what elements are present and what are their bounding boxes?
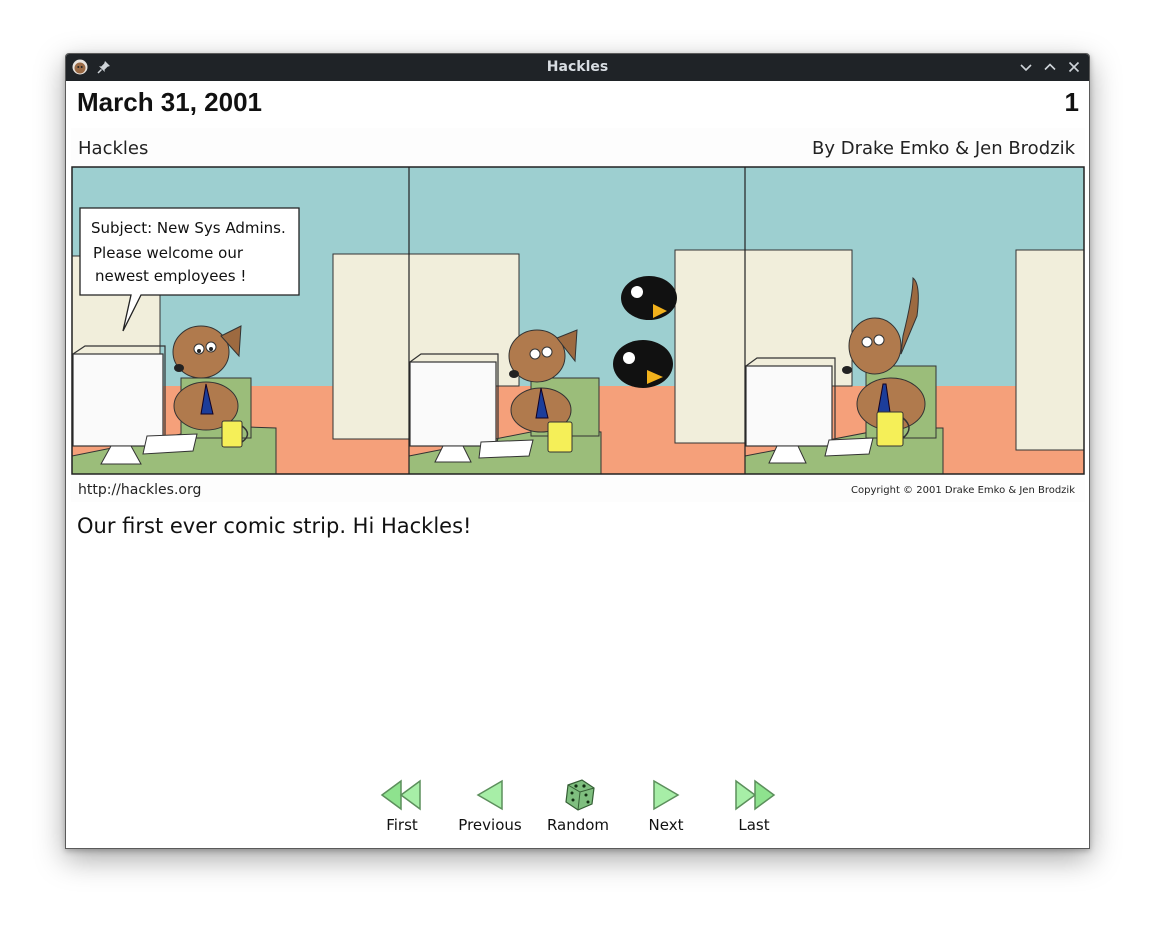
title-bar: Hackles <box>66 54 1089 81</box>
comic-number: 1 <box>1064 87 1079 117</box>
panel-1: Subject: New Sys Admins. Please welcome … <box>71 167 410 475</box>
minimize-icon[interactable] <box>1019 60 1033 74</box>
random-button[interactable]: Random <box>543 778 613 834</box>
maximize-icon[interactable] <box>1043 60 1057 74</box>
comic-caption: Our first ever comic strip. Hi Hackles! <box>77 514 472 538</box>
last-button[interactable]: Last <box>719 778 789 834</box>
strip-url: http://hackles.org <box>78 482 202 498</box>
next-label: Next <box>648 816 684 834</box>
bubble-line-1: Subject: New Sys Admins. <box>91 219 286 237</box>
dice-icon <box>565 779 595 811</box>
comic-strip: Hackles By Drake Emko & Jen Brodzik Subj… <box>71 128 1085 502</box>
previous-label: Previous <box>458 816 522 834</box>
panel-3 <box>744 167 1085 475</box>
previous-icon <box>476 779 503 811</box>
last-label: Last <box>738 816 770 834</box>
first-label: First <box>386 816 418 834</box>
strip-authors: By Drake Emko & Jen Brodzik <box>812 138 1075 159</box>
panel-2 <box>408 167 746 475</box>
strip-copyright: Copyright © 2001 Drake Emko & Jen Brodzi… <box>851 485 1075 496</box>
comic-panels: Subject: New Sys Admins. Please welcome … <box>71 166 1085 475</box>
window-title: Hackles <box>546 59 609 75</box>
bubble-line-3: newest employees ! <box>95 267 246 285</box>
bubble-line-2: Please welcome our <box>93 244 244 262</box>
first-button[interactable]: First <box>367 778 437 834</box>
close-icon[interactable] <box>1067 60 1081 74</box>
last-icon <box>735 779 776 811</box>
app-window: Hackles March 31, 2001 1 Hackles By Drak… <box>65 53 1090 849</box>
previous-button[interactable]: Previous <box>455 778 525 834</box>
strip-title: Hackles <box>78 138 149 159</box>
next-button[interactable]: Next <box>631 778 701 834</box>
random-label: Random <box>546 816 610 834</box>
comic-date: March 31, 2001 <box>77 87 263 117</box>
next-icon <box>653 779 680 811</box>
first-icon <box>380 779 421 811</box>
